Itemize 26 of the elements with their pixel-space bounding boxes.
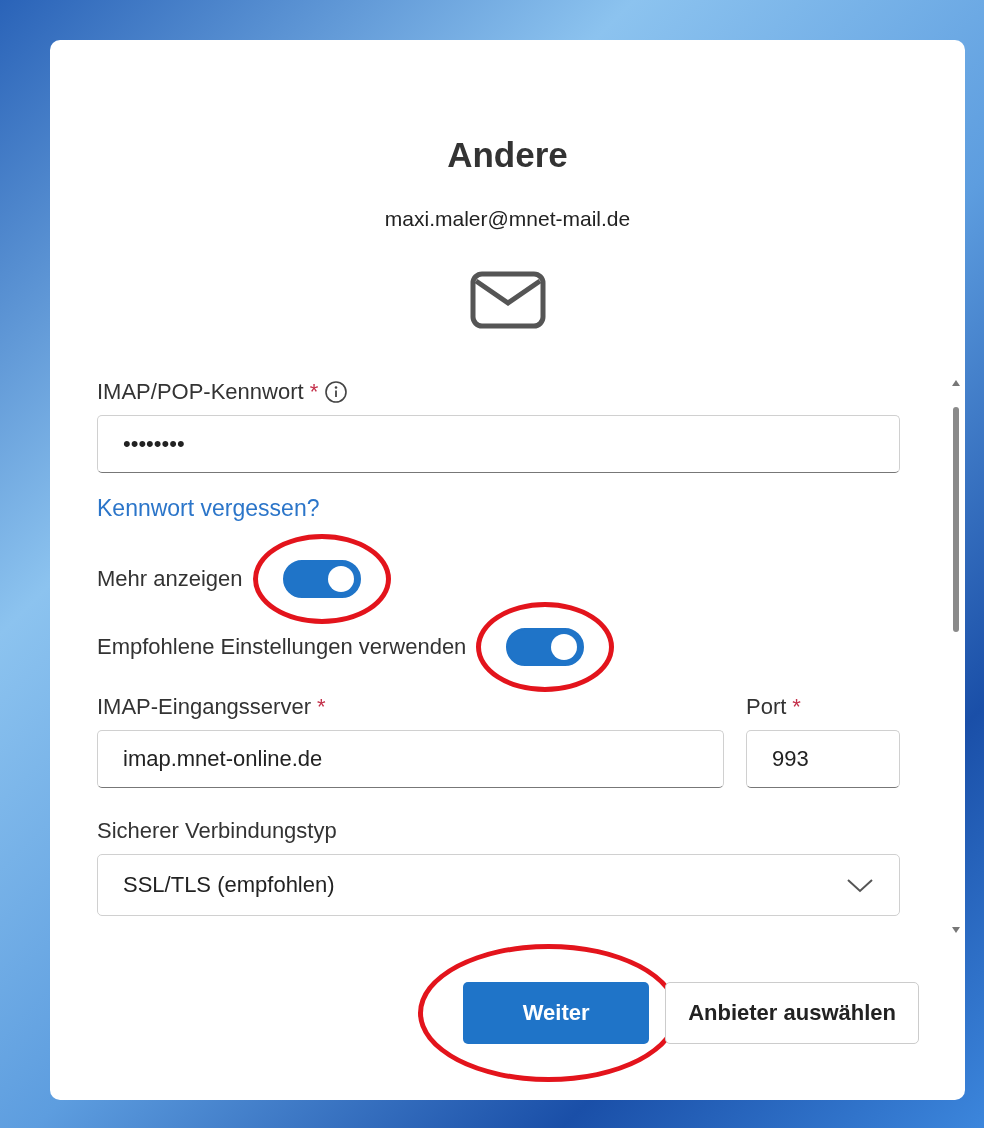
server-field[interactable]: imap.mnet-online.de bbox=[97, 730, 724, 788]
scroll-up-icon[interactable] bbox=[951, 379, 961, 387]
provider-button[interactable]: Anbieter auswählen bbox=[665, 982, 919, 1044]
field-label: IMAP/POP-Kennwort bbox=[97, 379, 304, 405]
toggle-switch[interactable] bbox=[506, 628, 585, 666]
required-asterisk: * bbox=[792, 694, 801, 720]
password-field[interactable]: •••••••• bbox=[97, 415, 900, 473]
required-asterisk: * bbox=[309, 379, 319, 405]
chevron-down-icon bbox=[846, 877, 874, 893]
field-label: IMAP-Eingangsserver bbox=[97, 694, 311, 720]
info-icon[interactable] bbox=[324, 380, 349, 404]
field-label: Port bbox=[746, 694, 787, 720]
toggle-label: Mehr anzeigen bbox=[97, 566, 243, 592]
next-button[interactable]: Weiter bbox=[463, 982, 650, 1044]
scroll-down-icon[interactable] bbox=[951, 926, 961, 934]
required-asterisk: * bbox=[317, 694, 326, 720]
connection-type-dropdown[interactable]: SSL/TLS (empfohlen) bbox=[97, 854, 900, 916]
toggle-switch[interactable] bbox=[282, 560, 361, 598]
forgot-password-link[interactable]: Kennwort vergessen? bbox=[97, 495, 320, 522]
envelope-icon bbox=[469, 271, 546, 329]
scrollbar[interactable] bbox=[950, 379, 962, 934]
field-label: Sicherer Verbindungstyp bbox=[97, 818, 337, 844]
dialog-title: Andere bbox=[447, 135, 568, 175]
toggle-label: Empfohlene Einstellungen verwenden bbox=[97, 634, 467, 660]
account-email: maxi.maler@mnet-mail.de bbox=[384, 207, 631, 231]
port-field[interactable]: 993 bbox=[746, 730, 900, 788]
